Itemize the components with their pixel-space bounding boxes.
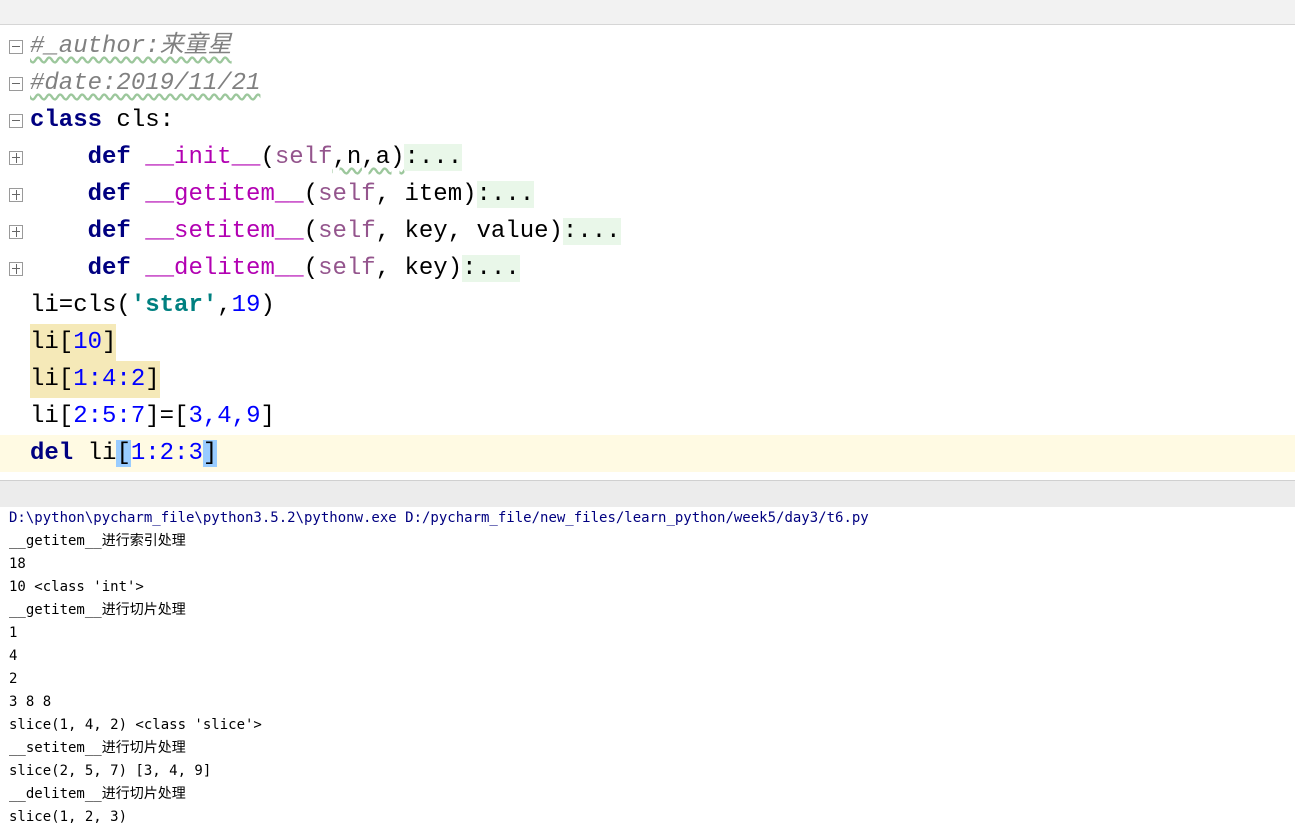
keyword-def: def	[87, 181, 131, 208]
fold-expand-icon[interactable]	[9, 262, 23, 276]
author-comment: #_author:来童星	[30, 33, 232, 60]
self-param: self	[318, 218, 376, 245]
code-line-2[interactable]: #date:2019/11/21	[0, 65, 1295, 102]
params: , key, value)	[375, 218, 563, 245]
matched-bracket: ]	[202, 440, 218, 467]
number-literal: 10	[73, 329, 103, 356]
string-literal: 'star'	[130, 292, 218, 319]
console-command-line: D:\python\pycharm_file\python3.5.2\pytho…	[9, 510, 869, 526]
keyword-del: del	[30, 440, 74, 467]
fold-expand-icon[interactable]	[9, 188, 23, 202]
paren: (	[303, 218, 319, 245]
console-line: slice(1, 4, 2) <class 'slice'>	[9, 717, 262, 733]
keyword-def: def	[87, 218, 131, 245]
fold-expand-icon[interactable]	[9, 151, 23, 165]
self-param: self	[274, 144, 333, 171]
code-line-6[interactable]: def __setitem__(self, key, value):...	[0, 213, 1295, 250]
paren: (	[260, 144, 275, 171]
bracket: ]	[260, 403, 275, 430]
number-literal: 1:4:2	[73, 366, 146, 393]
paren: (	[303, 181, 319, 208]
console-line: __getitem__进行切片处理	[9, 602, 186, 618]
console-line: slice(2, 5, 7) [3, 4, 9]	[9, 763, 212, 779]
console-line: 4	[9, 648, 18, 664]
folded-body[interactable]: :...	[476, 181, 535, 208]
panel-splitter[interactable]	[0, 480, 1295, 508]
code-text: li	[73, 440, 117, 467]
params: , item)	[375, 181, 477, 208]
self-param: self	[318, 181, 376, 208]
code-line-5[interactable]: def __getitem__(self, item):...	[0, 176, 1295, 213]
fold-collapse-icon[interactable]	[9, 40, 23, 54]
params: , key)	[375, 255, 463, 282]
comma: ,	[217, 292, 232, 319]
console-line: 1	[9, 625, 18, 641]
folded-body[interactable]: :...	[562, 218, 621, 245]
number-literal: 1:2:3	[130, 440, 203, 467]
bracket: ]	[102, 329, 117, 356]
code-editor[interactable]: #_author:来童星 #date:2019/11/21 class cls:…	[0, 25, 1295, 480]
console-line: 2	[9, 671, 18, 687]
code-text: li[	[30, 403, 74, 430]
console-line: __delitem__进行切片处理	[9, 786, 186, 802]
number-literal: 3,4,9	[188, 403, 261, 430]
code-line-4[interactable]: def __init__(self,n,a):...	[0, 139, 1295, 176]
keyword-def: def	[87, 255, 131, 282]
console-line: slice(1, 2, 3)	[9, 809, 128, 825]
fold-expand-icon[interactable]	[9, 225, 23, 239]
date-comment: #date:2019/11/21	[30, 70, 261, 97]
code-line-1[interactable]: #_author:来童星	[0, 28, 1295, 65]
code-line-8[interactable]: li=cls('star',19)	[0, 287, 1295, 324]
method-name: __delitem__	[145, 255, 304, 282]
bracket: ]	[145, 366, 160, 393]
keyword-class: class	[30, 107, 103, 134]
console-line: __setitem__进行切片处理	[9, 740, 186, 756]
code-text: li[	[30, 366, 74, 393]
code-line-12[interactable]: del li[1:2:3]	[0, 435, 1295, 472]
paren: (	[303, 255, 319, 282]
paren: )	[260, 292, 275, 319]
code-line-10[interactable]: li[1:4:2]	[0, 361, 1295, 398]
console-line: 18	[9, 556, 26, 572]
self-param: self	[318, 255, 376, 282]
console-line: 10 <class 'int'>	[9, 579, 144, 595]
fold-end-icon[interactable]	[9, 77, 23, 91]
tab-bar	[0, 0, 1295, 25]
code-text: li=cls(	[30, 292, 131, 319]
keyword-def: def	[87, 144, 131, 171]
folded-body[interactable]: :...	[462, 255, 520, 282]
method-name: __init__	[145, 144, 261, 171]
code-text: ]=[	[145, 403, 189, 430]
console-line: 3 8 8	[9, 694, 52, 710]
code-line-11[interactable]: li[2:5:7]=[3,4,9]	[0, 398, 1295, 435]
fold-collapse-icon[interactable]	[9, 114, 23, 128]
class-name: cls:	[102, 107, 175, 134]
params: ,n,a)	[332, 144, 405, 171]
console-line: __getitem__进行索引处理	[9, 533, 186, 549]
code-line-9[interactable]: li[10]	[0, 324, 1295, 361]
method-name: __setitem__	[145, 218, 304, 245]
method-name: __getitem__	[145, 181, 304, 208]
code-text: li[	[30, 329, 74, 356]
number-literal: 2:5:7	[73, 403, 146, 430]
matched-bracket: [	[116, 440, 131, 467]
number-literal: 19	[231, 292, 261, 319]
code-line-7[interactable]: def __delitem__(self, key):...	[0, 250, 1295, 287]
code-line-3[interactable]: class cls:	[0, 102, 1295, 139]
run-console-output[interactable]: D:\python\pycharm_file\python3.5.2\pytho…	[0, 507, 1295, 835]
folded-body[interactable]: :...	[404, 144, 463, 171]
